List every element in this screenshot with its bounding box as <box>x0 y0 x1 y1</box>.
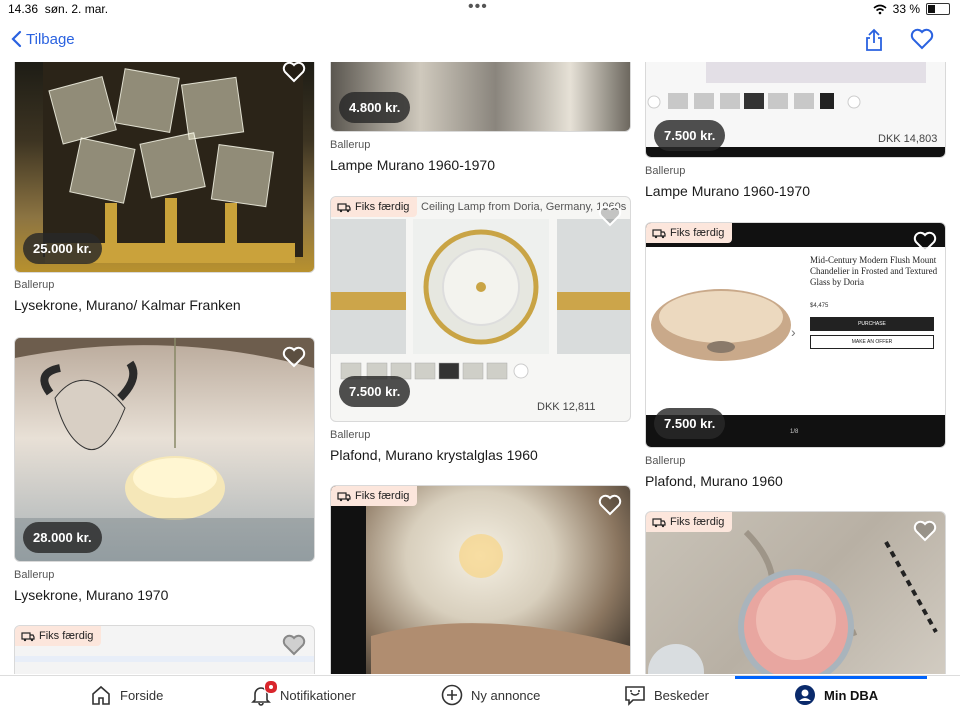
heart-icon[interactable] <box>913 231 937 253</box>
tab-bar: Forside Notifikationer Ny annonce Besked… <box>0 675 960 721</box>
fiks-label: Fiks færdig <box>355 201 410 213</box>
tab-forside[interactable]: Forside <box>90 684 163 706</box>
heart-icon[interactable] <box>598 494 622 516</box>
favorite-heart-icon[interactable] <box>910 28 934 50</box>
wifi-icon <box>873 4 887 14</box>
fiks-faerdig-badge: Fiks færdig <box>331 197 418 217</box>
ceiling-lamp-photo <box>331 486 630 674</box>
svg-text:›: › <box>791 324 796 340</box>
tab-notifikationer[interactable]: Notifikationer <box>250 680 356 706</box>
back-label: Tilbage <box>26 30 75 48</box>
heart-icon[interactable] <box>282 62 306 83</box>
battery-icon <box>926 3 950 15</box>
profile-icon <box>795 685 815 705</box>
tab-label: Notifikationer <box>280 687 356 703</box>
tab-label: Min DBA <box>824 687 879 703</box>
listing-title[interactable]: Lysekrone, Murano 1970 <box>14 587 168 603</box>
fiks-label: Fiks færdig <box>355 490 410 502</box>
notification-badge <box>264 680 278 694</box>
fiks-label: Fiks færdig <box>670 227 725 239</box>
listing-location: Ballerup <box>645 165 686 177</box>
fiks-label: Fiks færdig <box>670 516 725 528</box>
home-icon <box>92 685 110 705</box>
listing-title[interactable]: Lysekrone, Murano/ Kalmar Franken <box>14 297 241 313</box>
price-overlay-text: DKK 12,811 <box>537 401 596 413</box>
price-badge: 25.000 kr. <box>23 233 102 264</box>
plus-circle-icon <box>441 684 463 706</box>
listing-image[interactable]: Ceiling Lamp from Doria, Germany, 1960s <box>330 196 631 422</box>
flush-mount-photo: › <box>651 289 796 361</box>
listing-title[interactable]: Lampe Murano 1960-1970 <box>645 183 810 199</box>
purchase-button-image: PURCHASE <box>810 317 934 331</box>
image-pager: 1/8 <box>790 429 799 435</box>
nav-bar: Tilbage <box>0 24 960 60</box>
tab-min-dba[interactable]: Min DBA <box>794 684 878 706</box>
fiks-faerdig-badge: Fiks færdig <box>331 486 418 506</box>
fiks-label: Fiks færdig <box>39 630 94 642</box>
listing-title[interactable]: Plafond, Murano krystalglas 1960 <box>330 447 538 463</box>
active-tab-indicator <box>735 676 927 679</box>
listing-image[interactable]: Fiks færdig <box>645 511 946 674</box>
truck-icon <box>21 631 35 641</box>
price-badge: 7.500 kr. <box>654 408 726 439</box>
truck-icon <box>337 202 351 212</box>
image-caption: Ceiling Lamp from Doria, Germany, 1960s <box>421 201 627 213</box>
truck-icon <box>652 228 666 238</box>
price-badge: 7.500 kr. <box>339 376 411 407</box>
battery-percent: 33 % <box>892 2 920 16</box>
listing-image[interactable]: 25.000 kr. <box>14 62 315 273</box>
tab-label: Ny annonce <box>471 687 541 703</box>
listing-image[interactable]: 4.800 kr. <box>330 62 631 132</box>
status-bar: 14.36 søn. 2. mar. ••• 33 % <box>0 0 960 20</box>
back-button[interactable]: Tilbage <box>10 30 75 48</box>
screenshot-price: $4,475 <box>810 303 829 309</box>
listing-image[interactable]: › Mid-Century Modern Flush Mount Chandel… <box>645 222 946 448</box>
listing-title[interactable]: Plafond, Murano 1960 <box>645 473 783 489</box>
tab-label: Forside <box>120 687 164 703</box>
listing-location: Ballerup <box>645 455 686 467</box>
listing-grid: 25.000 kr. Ballerup Lysekrone, Murano/ K… <box>0 62 960 674</box>
fiks-faerdig-badge: Fiks færdig <box>15 626 102 646</box>
chat-icon <box>625 686 645 706</box>
price-badge: 28.000 kr. <box>23 522 102 553</box>
heart-icon[interactable] <box>598 205 622 227</box>
pink-lamp-photo <box>648 529 938 674</box>
price-badge: 7.500 kr. <box>654 120 726 151</box>
listing-image[interactable]: Fiks færdig <box>14 625 315 674</box>
truck-icon <box>652 517 666 527</box>
listing-title[interactable]: Lampe Murano 1960-1970 <box>330 157 495 173</box>
price-overlay-text: DKK 14,803 <box>878 133 938 145</box>
tab-beskeder[interactable]: Beskeder <box>624 684 709 706</box>
chevron-left-icon <box>11 30 22 48</box>
truck-icon <box>337 491 351 501</box>
share-icon[interactable] <box>864 28 884 52</box>
offer-button-image: MAKE AN OFFER <box>810 335 934 349</box>
multitask-dots[interactable]: ••• <box>468 0 488 16</box>
fiks-faerdig-badge: Fiks færdig <box>646 223 733 243</box>
status-right: 33 % <box>873 2 950 16</box>
screenshot-title: Mid-Century Modern Flush Mount Chandelie… <box>810 255 938 287</box>
listing-location: Ballerup <box>14 569 55 581</box>
listing-location: Ballerup <box>330 139 371 151</box>
heart-icon[interactable] <box>282 634 306 656</box>
status-time: 14.36 søn. 2. mar. <box>8 2 109 16</box>
bell-icon-wrap <box>250 680 278 706</box>
listing-location: Ballerup <box>330 429 371 441</box>
price-badge: 4.800 kr. <box>339 92 411 123</box>
tab-label: Beskeder <box>654 687 709 703</box>
fiks-faerdig-badge: Fiks færdig <box>646 512 733 532</box>
heart-icon[interactable] <box>282 346 306 368</box>
listing-image[interactable]: 28.000 kr. <box>14 337 315 562</box>
tab-ny-annonce[interactable]: Ny annonce <box>441 684 540 706</box>
listing-image[interactable]: DKK 14,803 7.500 kr. <box>645 62 946 158</box>
listing-location: Ballerup <box>14 279 55 291</box>
listing-image[interactable]: Fiks færdig <box>330 485 631 674</box>
heart-icon[interactable] <box>913 520 937 542</box>
